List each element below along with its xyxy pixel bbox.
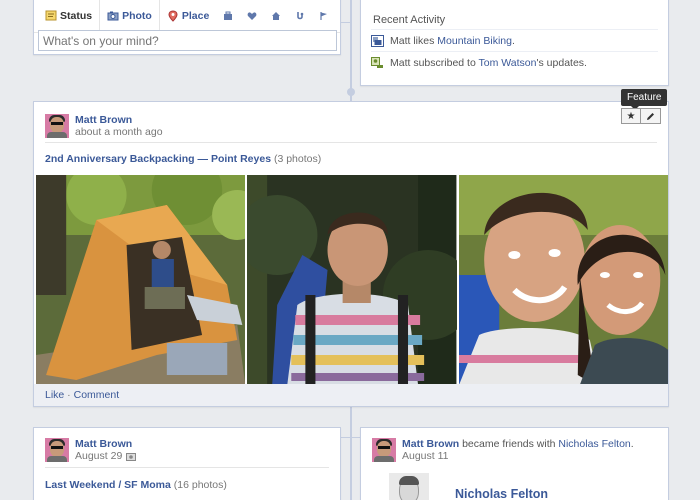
camera-icon [107, 11, 119, 20]
activity-verb: likes [413, 34, 435, 47]
feature-star-button[interactable]: ★ [621, 108, 641, 124]
activity-suffix: 's updates. [536, 56, 587, 69]
place-pin-icon [168, 9, 178, 22]
album-post-card: Matt Brown August 29 Last Weekend / SF M… [33, 427, 341, 500]
post-header: Matt Brown became friends with Nicholas … [372, 438, 634, 463]
post-timestamp[interactable]: August 11 [402, 450, 634, 463]
connector [341, 22, 351, 23]
heart-icon[interactable] [246, 9, 258, 23]
health-icon[interactable] [294, 9, 306, 23]
post-timestamp[interactable]: about a month ago [75, 126, 163, 139]
status-icon [45, 10, 57, 20]
tab-photo[interactable]: Photo [100, 0, 160, 33]
edit-post-button[interactable] [641, 108, 661, 124]
post-author-link[interactable]: Matt Brown [75, 114, 163, 126]
feature-tooltip: Feature [621, 89, 668, 110]
tab-status[interactable]: Status [38, 0, 101, 33]
story-verb: became friends with [459, 438, 559, 450]
star-icon: ★ [626, 110, 636, 122]
home-icon[interactable] [270, 9, 282, 23]
activity-suffix: . [512, 34, 515, 47]
post-feature-controls: ★ [621, 108, 661, 124]
tab-place-label: Place [181, 9, 210, 22]
album-title-line: 2nd Anniversary Backpacking — Point Reye… [45, 153, 321, 165]
activity-item: Matt subscribed to Tom Watson's updates. [371, 51, 658, 73]
avatar[interactable] [45, 438, 69, 462]
pencil-icon [647, 112, 654, 120]
photo-grid [36, 175, 668, 385]
post-header: Matt Brown about a month ago [45, 114, 163, 139]
divider [45, 467, 329, 468]
activity-object-link[interactable]: Tom Watson [479, 57, 537, 69]
post-author-link[interactable]: Matt Brown [75, 438, 136, 450]
tent-campsite-photo[interactable] [36, 175, 246, 385]
flag-icon[interactable] [318, 9, 330, 23]
recent-activity-card: Recent Activity Matt likes Mountain Biki… [360, 0, 669, 86]
album-title-line: Last Weekend / SF Moma (16 photos) [45, 479, 227, 491]
avatar[interactable] [372, 438, 396, 462]
album-separator: — [194, 153, 211, 165]
photo-album-post: Matt Brown about a month ago 2nd Anniver… [33, 101, 669, 407]
album-icon [126, 453, 137, 461]
post-actions: Like · Comment [34, 384, 668, 406]
activity-actor: Matt [390, 56, 411, 69]
post-author-link[interactable]: Matt Brown [402, 438, 459, 450]
tab-status-label: Status [60, 9, 93, 22]
album-location-link[interactable]: Point Reyes [211, 153, 271, 165]
like-page-icon [371, 34, 384, 47]
tab-place[interactable]: Place [160, 0, 216, 33]
action-separator: · [64, 389, 74, 401]
post-header: Matt Brown August 29 [45, 438, 137, 463]
like-link[interactable]: Like [45, 389, 64, 401]
story-suffix: . [630, 438, 634, 450]
album-count: (3 photos) [271, 153, 322, 165]
friend-link[interactable]: Nicholas Felton [558, 438, 630, 450]
album-title-link[interactable]: 2nd Anniversary Backpacking [45, 153, 195, 165]
tab-photo-label: Photo [122, 9, 152, 22]
friendship-story: Matt Brown became friends with Nicholas … [402, 438, 634, 450]
subscribe-icon [371, 56, 383, 68]
activity-actor: Matt [390, 34, 411, 47]
divider [45, 142, 657, 143]
activity-item: Matt likes Mountain Biking. [371, 29, 658, 51]
activity-object-link[interactable]: Mountain Biking [437, 35, 512, 47]
activity-verb: subscribed to [413, 56, 476, 69]
album-count: (16 photos) [170, 479, 227, 491]
comment-link[interactable]: Comment [74, 389, 120, 401]
status-input[interactable] [38, 30, 337, 51]
connector [341, 437, 351, 438]
status-composer: Status Photo Place [33, 0, 341, 55]
friendship-post-card: Matt Brown became friends with Nicholas … [360, 427, 669, 500]
timeline-dot [347, 88, 355, 96]
album-title-link[interactable]: Last Weekend / SF Moma [45, 479, 171, 491]
couple-selfie-photo[interactable] [458, 175, 668, 385]
avatar[interactable] [45, 114, 69, 138]
friend-name-link[interactable]: Nicholas Felton [455, 487, 548, 500]
friend-preview: Nicholas Felton [389, 473, 548, 500]
recent-activity-title: Recent Activity [373, 14, 446, 26]
hiker-portrait-photo[interactable] [247, 175, 457, 385]
friend-profile-photo[interactable] [389, 473, 429, 500]
composer-tabs: Status Photo Place [34, 0, 340, 33]
post-timestamp[interactable]: August 29 [75, 450, 122, 463]
work-icon[interactable] [222, 9, 234, 23]
